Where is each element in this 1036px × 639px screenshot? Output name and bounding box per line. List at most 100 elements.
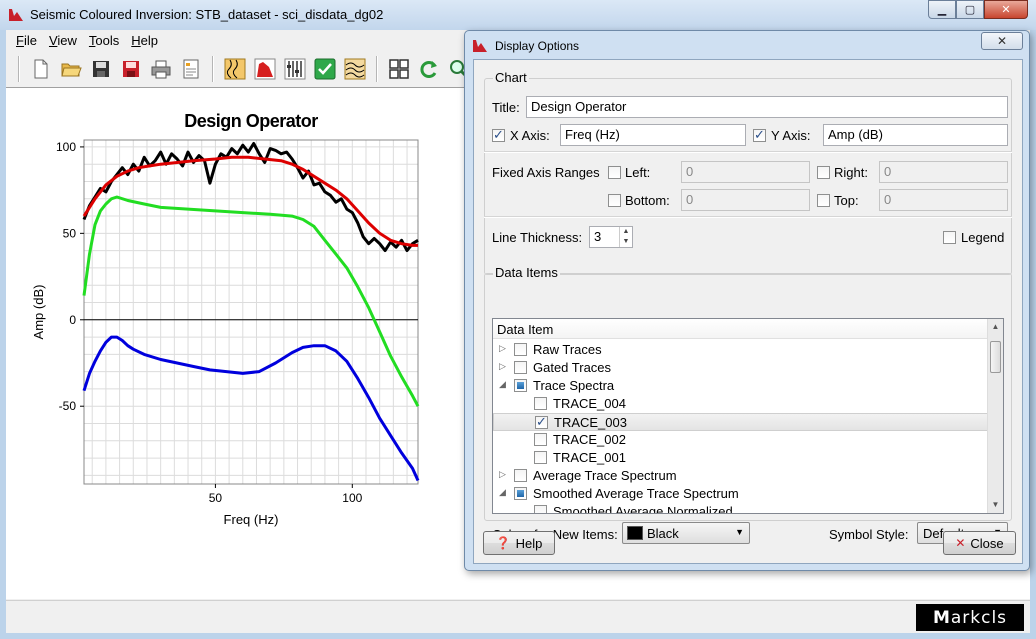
tree-item-checkbox[interactable] <box>534 433 547 446</box>
right-input[interactable]: 0 <box>879 161 1008 183</box>
tree-item-checkbox[interactable] <box>514 379 527 392</box>
wavelet-icon[interactable] <box>343 57 367 81</box>
help-icon: ❓ <box>495 536 511 550</box>
scroll-thumb[interactable] <box>990 341 1001 373</box>
left-label: Left: <box>625 165 651 180</box>
y-tick-label: 50 <box>63 226 77 240</box>
save-as-icon[interactable] <box>119 57 143 81</box>
dialog-body: Chart Title: Design Operator X Axis: Fre… <box>473 59 1023 564</box>
right-checkbox[interactable] <box>817 166 830 179</box>
line-thickness-spinner[interactable]: 3 ▲ ▼ <box>589 226 633 248</box>
open-folder-icon[interactable] <box>59 57 83 81</box>
legend-label: Legend <box>961 230 1005 245</box>
grid-view-icon[interactable] <box>387 57 411 81</box>
series-line <box>82 335 420 482</box>
legend-checkbox[interactable] <box>943 231 956 244</box>
tree-item-checkbox[interactable] <box>514 487 527 500</box>
refresh-icon[interactable] <box>417 57 441 81</box>
series-line <box>82 195 420 407</box>
tree-item[interactable]: ▷ Raw Traces <box>493 341 989 359</box>
tree-item[interactable]: TRACE_004 <box>493 395 989 413</box>
help-button[interactable]: ❓ Help <box>483 531 555 555</box>
new-file-icon[interactable] <box>29 57 53 81</box>
spin-down-icon[interactable]: ▼ <box>620 237 632 247</box>
expand-arrow-icon[interactable]: ▷ <box>499 469 506 480</box>
bottom-input[interactable]: 0 <box>681 189 810 211</box>
menu-file[interactable]: File <box>10 30 43 51</box>
xaxis-checkbox[interactable] <box>492 127 505 143</box>
data-items-group-label: Data Items <box>493 265 560 280</box>
status-bar: Markcls <box>6 600 1030 633</box>
minimize-button[interactable]: ▁ <box>928 0 956 19</box>
title-input[interactable]: Design Operator <box>526 96 1008 118</box>
colour-select[interactable]: Black ▼ <box>622 522 750 544</box>
spin-up-icon[interactable]: ▲ <box>620 227 632 237</box>
tree-item[interactable]: Smoothed Average Normalized <box>493 503 989 513</box>
menu-tools[interactable]: Tools <box>83 30 125 51</box>
close-button-label: Close <box>970 535 1004 551</box>
tree-item-checkbox[interactable] <box>514 469 527 482</box>
dialog-close-button[interactable]: ✕ <box>981 32 1023 50</box>
scroll-down-icon[interactable]: ▼ <box>988 497 1003 513</box>
menu-view[interactable]: View <box>43 30 83 51</box>
close-button[interactable]: ✕ Close <box>943 531 1016 555</box>
tree-item-label: TRACE_001 <box>553 450 626 465</box>
close-window-button[interactable]: ✕ <box>984 0 1028 19</box>
tree-item[interactable]: TRACE_001 <box>493 449 989 467</box>
colour-value: Black <box>647 526 679 541</box>
scroll-up-icon[interactable]: ▲ <box>988 319 1003 335</box>
top-checkbox[interactable] <box>817 194 830 207</box>
tree-item-label: Gated Traces <box>533 360 612 375</box>
tree-item-checkbox[interactable] <box>514 361 527 374</box>
xaxis-input[interactable]: Freq (Hz) <box>560 124 746 146</box>
display-options-dialog: Display Options ✕ Chart Title: Design Op… <box>464 30 1030 571</box>
tree-item[interactable]: ▷ Average Trace Spectrum <box>493 467 989 485</box>
tree-item[interactable]: ◢ Smoothed Average Trace Spectrum <box>493 485 989 503</box>
maximize-button[interactable]: ▢ <box>956 0 984 19</box>
close-x-icon: ✕ <box>955 536 966 550</box>
expand-arrow-icon[interactable]: ▷ <box>499 343 506 354</box>
menu-help[interactable]: Help <box>125 30 164 51</box>
save-icon[interactable] <box>89 57 113 81</box>
tree-item[interactable]: ◢ Trace Spectra <box>493 377 989 395</box>
expand-arrow-icon[interactable]: ▷ <box>499 361 506 372</box>
tree-item-label: Average Trace Spectrum <box>533 468 677 483</box>
yaxis-input[interactable]: Amp (dB) <box>823 124 1008 146</box>
left-checkbox[interactable] <box>608 166 621 179</box>
data-items-tree[interactable]: Data Item ▷ Raw Traces ▷ Gated Traces ◢ Trace… <box>492 318 1004 514</box>
logo-text: arkcls <box>950 607 1008 628</box>
traces-icon[interactable] <box>223 57 247 81</box>
left-input[interactable]: 0 <box>681 161 810 183</box>
print-icon[interactable] <box>149 57 173 81</box>
bottom-checkbox[interactable] <box>608 194 621 207</box>
tree-item[interactable]: TRACE_003 <box>493 413 989 431</box>
y-tick-label: 100 <box>56 140 76 154</box>
yaxis-checkbox[interactable] <box>753 127 766 143</box>
tree-item-checkbox[interactable] <box>534 505 547 513</box>
collapse-arrow-icon[interactable]: ◢ <box>499 487 506 498</box>
operator-sliders-icon[interactable] <box>283 57 307 81</box>
tree-item[interactable]: TRACE_002 <box>493 431 989 449</box>
spectrum-icon[interactable] <box>253 57 277 81</box>
tree-item-checkbox[interactable] <box>514 343 527 356</box>
tree-item-checkbox[interactable] <box>534 451 547 464</box>
top-label: Top: <box>834 193 859 208</box>
tree-header[interactable]: Data Item <box>493 319 989 339</box>
line-thickness-label: Line Thickness: <box>492 230 583 245</box>
chart-title: Design Operator <box>184 111 318 131</box>
symbol-label: Symbol Style: <box>829 527 909 542</box>
apply-check-icon[interactable] <box>313 57 337 81</box>
top-input[interactable]: 0 <box>879 189 1008 211</box>
divider <box>484 216 1012 218</box>
tree-item-checkbox[interactable] <box>535 414 548 430</box>
report-icon[interactable] <box>179 57 203 81</box>
tree-item-checkbox[interactable] <box>534 397 547 410</box>
toolbar-separator <box>212 56 214 82</box>
right-label: Right: <box>834 165 868 180</box>
series-line <box>82 142 419 253</box>
tree-scrollbar[interactable]: ▲ ▼ <box>987 319 1003 513</box>
collapse-arrow-icon[interactable]: ◢ <box>499 379 506 390</box>
dialog-title: Display Options <box>495 39 580 53</box>
tree-item[interactable]: ▷ Gated Traces <box>493 359 989 377</box>
tree-item-label: TRACE_002 <box>553 432 626 447</box>
